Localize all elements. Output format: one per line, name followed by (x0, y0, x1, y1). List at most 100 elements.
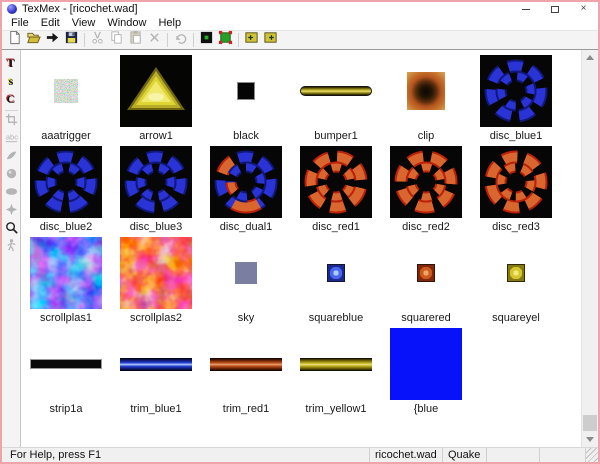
texture-thumbnail[interactable] (120, 146, 192, 218)
maximize-button[interactable] (540, 2, 569, 16)
texture-item[interactable]: clip (381, 55, 471, 146)
scroll-down-icon (586, 437, 594, 442)
texture-thumbnail[interactable] (300, 55, 372, 127)
texture-item[interactable]: arrow1 (111, 55, 201, 146)
texture-item[interactable]: disc_red2 (381, 146, 471, 237)
texture-item[interactable]: scrollplas2 (111, 237, 201, 328)
texture-image (30, 146, 102, 218)
app-icon (7, 4, 17, 14)
view-actual-size-button[interactable] (197, 32, 216, 49)
texture-thumbnail[interactable] (120, 55, 192, 127)
texture-thumbnail[interactable] (30, 146, 102, 218)
texture-label: bumper1 (314, 130, 357, 142)
texture-item[interactable]: disc_blue3 (111, 146, 201, 237)
menu-bar: FileEditViewWindowHelp (2, 16, 598, 30)
status-bar: For Help, press F1 ricochet.wadQuake (2, 447, 598, 462)
texture-thumbnail[interactable] (480, 146, 552, 218)
texture-thumbnail[interactable] (120, 328, 192, 400)
texture-thumbnail[interactable] (235, 237, 257, 309)
texture-thumbnail[interactable] (417, 237, 435, 309)
magnify-tool-button[interactable] (3, 221, 20, 239)
texture-thumbnail[interactable] (300, 328, 372, 400)
vertical-scrollbar[interactable] (581, 50, 598, 447)
scrollbar-thumb[interactable] (583, 415, 597, 431)
texture-thumbnail[interactable] (480, 55, 552, 127)
open-wad-button[interactable] (24, 32, 43, 49)
texture-item[interactable]: scrollplas1 (21, 237, 111, 328)
minimize-icon (522, 9, 530, 10)
texture-label: black (233, 130, 259, 142)
colors-tool-button[interactable]: C (3, 90, 20, 108)
texture-thumbnail[interactable] (327, 237, 345, 309)
view-fit-button[interactable] (216, 32, 235, 49)
texture-image (210, 358, 282, 371)
texture-label: disc_red1 (312, 221, 360, 233)
texture-item[interactable]: disc_red3 (471, 146, 561, 237)
save-button[interactable] (62, 32, 81, 49)
texture-grid: aaatriggerarrow1 black bumper1 clip disc_blu… (21, 50, 581, 419)
text-tool-button: abc (3, 131, 20, 149)
copy-icon (109, 30, 124, 50)
texture-item[interactable]: squarered (381, 237, 471, 328)
texture-item[interactable]: trim_red1 (201, 328, 291, 419)
toolbar-separator (193, 33, 194, 47)
texture-item[interactable]: disc_red1 (291, 146, 381, 237)
texture-item[interactable]: black (201, 55, 291, 146)
new-wad-button[interactable] (5, 32, 24, 49)
crop-tool-icon (4, 112, 19, 132)
texture-tool-button[interactable]: T (3, 54, 20, 72)
texture-item[interactable]: disc_dual1 (201, 146, 291, 237)
texture-thumbnail[interactable] (120, 237, 192, 309)
texture-image (237, 82, 255, 100)
texture-image (120, 55, 192, 127)
texture-item[interactable]: disc_blue2 (21, 146, 111, 237)
texture-image (54, 79, 78, 103)
undo-icon (173, 30, 188, 50)
texture-thumbnail[interactable] (300, 146, 372, 218)
texture-thumbnail[interactable] (210, 328, 282, 400)
close-button[interactable]: × (569, 2, 598, 16)
add-texture-icon (244, 30, 259, 50)
texture-thumbnail[interactable] (407, 55, 445, 127)
magnify-tool-icon (4, 220, 19, 240)
texture-image (390, 328, 462, 400)
texture-thumbnail[interactable] (210, 146, 282, 218)
add-textures-button[interactable] (261, 32, 280, 49)
texture-item[interactable]: bumper1 (291, 55, 381, 146)
texture-item[interactable]: trim_blue1 (111, 328, 201, 419)
add-texture-button[interactable] (242, 32, 261, 49)
menu-edit[interactable]: Edit (35, 16, 66, 30)
smudge-tool-icon (4, 148, 19, 168)
texture-thumbnail[interactable] (237, 55, 255, 127)
texture-item[interactable]: aaatrigger (21, 55, 111, 146)
texture-item[interactable]: squareyel (471, 237, 561, 328)
texture-thumbnail[interactable] (30, 237, 102, 309)
minimize-button[interactable] (511, 2, 540, 16)
texture-thumbnail[interactable] (390, 328, 462, 400)
texture-label: squarered (401, 312, 451, 324)
export-arrow-button[interactable] (43, 32, 62, 49)
shrink-tool-button[interactable]: s (3, 72, 20, 90)
disc-tool-button (3, 185, 20, 203)
scroll-down-button[interactable] (582, 432, 598, 447)
texture-item[interactable]: sky (201, 237, 291, 328)
texture-item[interactable]: {blue (381, 328, 471, 419)
menu-file[interactable]: File (5, 16, 35, 30)
menu-help[interactable]: Help (152, 16, 187, 30)
menu-window[interactable]: Window (101, 16, 152, 30)
export-arrow-icon (45, 30, 60, 50)
colors-tool-icon: C (7, 92, 16, 107)
menu-view[interactable]: View (66, 16, 102, 30)
texture-thumbnail[interactable] (390, 146, 462, 218)
texture-item[interactable]: trim_yellow1 (291, 328, 381, 419)
texture-item[interactable]: disc_blue1 (471, 55, 561, 146)
texture-thumbnail[interactable] (54, 55, 78, 127)
texture-item[interactable]: strip1a (21, 328, 111, 419)
texture-thumbnail[interactable] (507, 237, 525, 309)
texture-label: clip (418, 130, 435, 142)
scroll-up-button[interactable] (582, 50, 598, 65)
texture-thumbnail[interactable] (30, 328, 102, 400)
smudge-tool-button (3, 149, 20, 167)
resize-grip[interactable] (585, 448, 598, 462)
texture-item[interactable]: squareblue (291, 237, 381, 328)
